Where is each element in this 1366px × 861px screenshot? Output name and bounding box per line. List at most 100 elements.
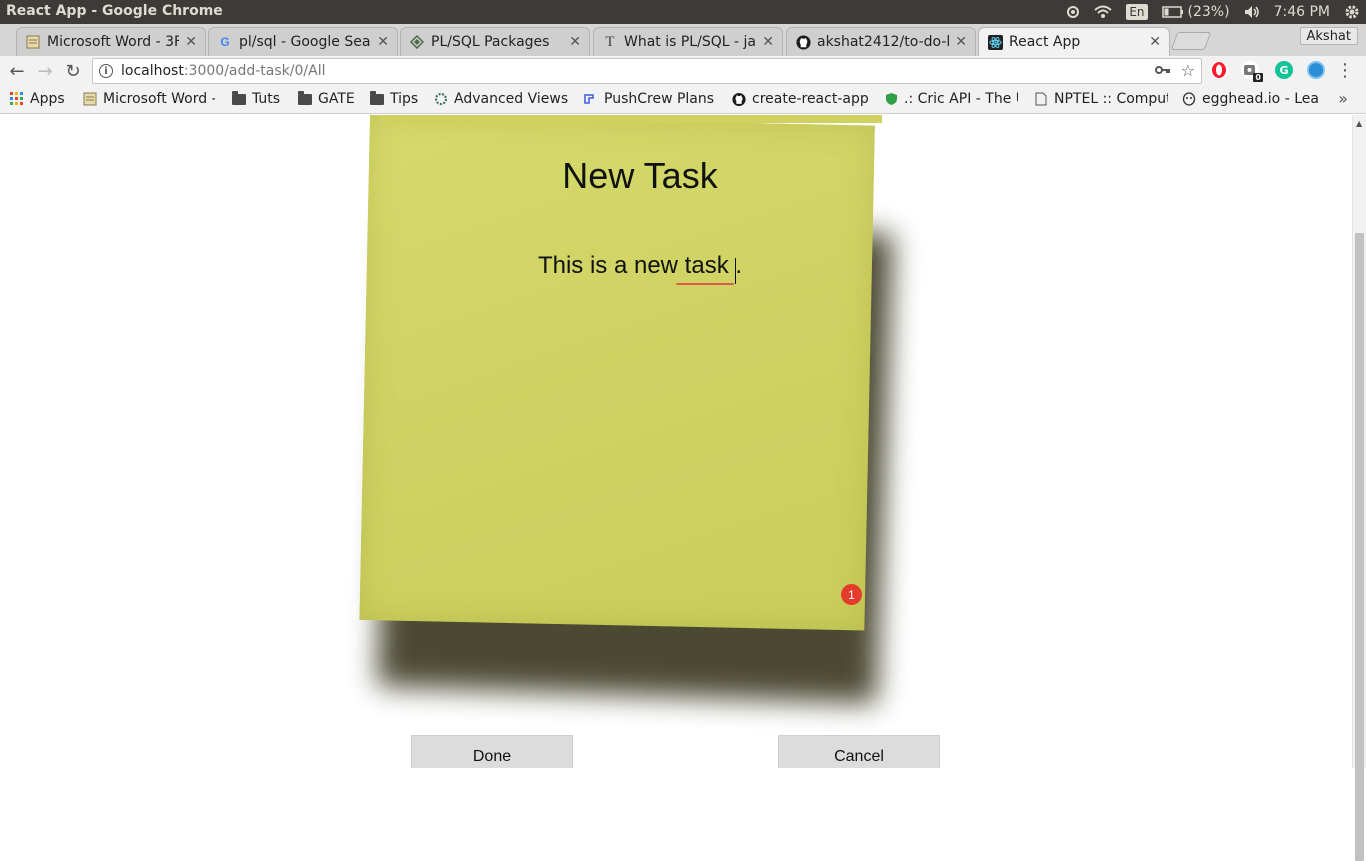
chrome-menu-icon[interactable]: ⋮ <box>1336 60 1354 81</box>
github-icon <box>732 92 746 106</box>
github-icon <box>795 34 811 50</box>
window-title: React App - Google Chrome <box>6 3 223 19</box>
site-icon <box>409 34 425 50</box>
close-tab-icon[interactable]: ✕ <box>569 34 581 50</box>
address-bar[interactable]: i localhost:3000/add-task/0/All ☆ <box>92 58 1202 84</box>
os-top-panel: React App - Google Chrome En (23%) 7:46 … <box>0 0 1366 24</box>
word-doc-icon <box>25 34 41 50</box>
shield-icon <box>884 92 898 106</box>
close-tab-icon[interactable]: ✕ <box>377 34 389 50</box>
tab-microsoft-word[interactable]: Microsoft Word - 3F ✕ <box>16 27 206 56</box>
tab-label: PL/SQL Packages <box>431 34 550 50</box>
bookmark-label: egghead.io - Lea <box>1202 91 1318 107</box>
battery-percentage: (23%) <box>1187 4 1230 20</box>
back-arrow-icon[interactable]: ← <box>6 60 28 82</box>
task-text-input[interactable] <box>430 252 850 280</box>
extension-puzzle-icon[interactable]: 0 <box>1241 61 1263 82</box>
bookmark-advanced-views[interactable]: Advanced Views <box>434 91 568 107</box>
bookmark-label: Apps <box>30 91 65 107</box>
close-tab-icon[interactable]: ✕ <box>1149 34 1161 50</box>
site-icon <box>584 92 598 106</box>
bookmark-microsoft-word[interactable]: Microsoft Word - <box>83 91 215 107</box>
react-icon <box>987 34 1003 50</box>
bookmark-nptel[interactable]: NPTEL :: Comput <box>1034 91 1168 107</box>
tab-react-app[interactable]: React App ✕ <box>978 27 1170 56</box>
cancel-button[interactable]: Cancel <box>778 735 940 768</box>
bookmark-egghead[interactable]: egghead.io - Lea <box>1182 91 1318 107</box>
spellcheck-underline <box>676 283 734 285</box>
folder-icon <box>232 91 246 106</box>
bookmark-label: .: Cric API - The U <box>904 91 1018 107</box>
browser-toolbar: ← → ↻ i localhost:3000/add-task/0/All ☆ … <box>0 56 1366 86</box>
bookmark-cric-api[interactable]: .: Cric API - The U <box>884 91 1018 107</box>
tab-label: React App <box>1009 34 1081 50</box>
reload-icon[interactable]: ↻ <box>62 60 84 82</box>
vertical-scrollbar[interactable]: ▲ <box>1352 115 1366 861</box>
close-tab-icon[interactable]: ✕ <box>762 34 774 50</box>
page-title: New Task <box>562 155 718 196</box>
scroll-up-arrow-icon[interactable]: ▲ <box>1356 119 1362 128</box>
extension-badge: 0 <box>1253 73 1263 82</box>
tab-strip: Microsoft Word - 3F ✕ G pl/sql - Google … <box>0 24 1366 56</box>
egghead-icon <box>1182 92 1196 106</box>
folder-icon <box>298 91 312 106</box>
bookmark-label: GATE <box>318 91 355 107</box>
system-tray: En (23%) 7:46 PM <box>1066 0 1366 24</box>
bookmark-create-react-app[interactable]: create-react-app <box>732 91 868 107</box>
tab-label: Microsoft Word - 3F <box>47 34 180 50</box>
site-info-icon[interactable]: i <box>99 64 113 78</box>
folder-icon <box>370 91 384 106</box>
bookmark-folder-tuts[interactable]: Tuts <box>232 91 280 107</box>
battery-indicator[interactable]: (23%) <box>1161 4 1230 20</box>
key-icon[interactable] <box>1154 61 1171 80</box>
text-caret <box>735 258 736 284</box>
tab-what-is-plsql[interactable]: T What is PL/SQL - jav ✕ <box>593 27 783 56</box>
bookmark-label: PushCrew Plans <box>604 91 715 107</box>
tab-github-repo[interactable]: akshat2412/to-do-li ✕ <box>786 27 976 56</box>
done-button[interactable]: Done <box>411 735 573 768</box>
close-tab-icon[interactable]: ✕ <box>185 34 197 50</box>
wifi-icon[interactable] <box>1094 5 1113 19</box>
sticky-note-top-edge <box>380 115 882 123</box>
bookmark-apps[interactable]: Apps <box>10 91 65 107</box>
notification-badge[interactable]: 1 <box>841 584 862 605</box>
new-tab-button[interactable] <box>1170 32 1212 50</box>
grammarly-icon[interactable]: G <box>1275 61 1293 79</box>
text-site-icon: T <box>605 33 615 50</box>
site-icon <box>434 92 448 106</box>
bookmark-label: Tuts <box>252 91 281 107</box>
bookmark-label: Microsoft Word - <box>103 91 215 107</box>
opera-icon[interactable] <box>1210 61 1228 79</box>
clock[interactable]: 7:46 PM <box>1274 4 1330 20</box>
bookmark-label: NPTEL :: Comput <box>1054 91 1168 107</box>
bookmark-star-icon[interactable]: ☆ <box>1181 61 1195 80</box>
forward-arrow-icon[interactable]: → <box>34 60 56 82</box>
apps-grid-icon <box>10 92 24 106</box>
word-doc-icon <box>83 92 97 106</box>
settings-gear-icon[interactable] <box>1344 4 1360 20</box>
page-viewport: New Task 1 Done Cancel <box>0 115 1352 768</box>
tab-label: akshat2412/to-do-li <box>817 34 950 50</box>
keyboard-language-indicator[interactable]: En <box>1126 4 1148 20</box>
bookmark-label: Tips <box>390 91 419 107</box>
volume-icon[interactable] <box>1244 5 1260 19</box>
bookmarks-bar: Apps Microsoft Word - Tuts GATE Tips Adv… <box>0 86 1366 114</box>
tab-google-search[interactable]: G pl/sql - Google Sear ✕ <box>208 27 398 56</box>
google-icon: G <box>220 35 230 49</box>
tab-label: What is PL/SQL - jav <box>624 34 757 50</box>
close-tab-icon[interactable]: ✕ <box>955 34 967 50</box>
profile-button[interactable]: Akshat <box>1299 27 1358 45</box>
url-host: localhost <box>121 63 184 79</box>
network-sync-icon[interactable] <box>1066 5 1080 19</box>
bookmark-label: create-react-app <box>752 91 868 107</box>
url-path: :3000/add-task/0/All <box>183 63 326 79</box>
extension-circle-icon[interactable] <box>1307 61 1325 79</box>
tab-plsql-packages[interactable]: PL/SQL Packages ✕ <box>400 27 590 56</box>
page-icon <box>1034 92 1048 106</box>
more-bookmarks-chevron-icon[interactable]: » <box>1338 89 1348 108</box>
scrollbar-thumb[interactable] <box>1355 233 1364 861</box>
tab-label: pl/sql - Google Sear <box>239 34 372 50</box>
bookmark-folder-tips[interactable]: Tips <box>370 91 418 107</box>
bookmark-folder-gate[interactable]: GATE <box>298 91 355 107</box>
bookmark-pushcrew-plans[interactable]: PushCrew Plans <box>584 91 716 107</box>
